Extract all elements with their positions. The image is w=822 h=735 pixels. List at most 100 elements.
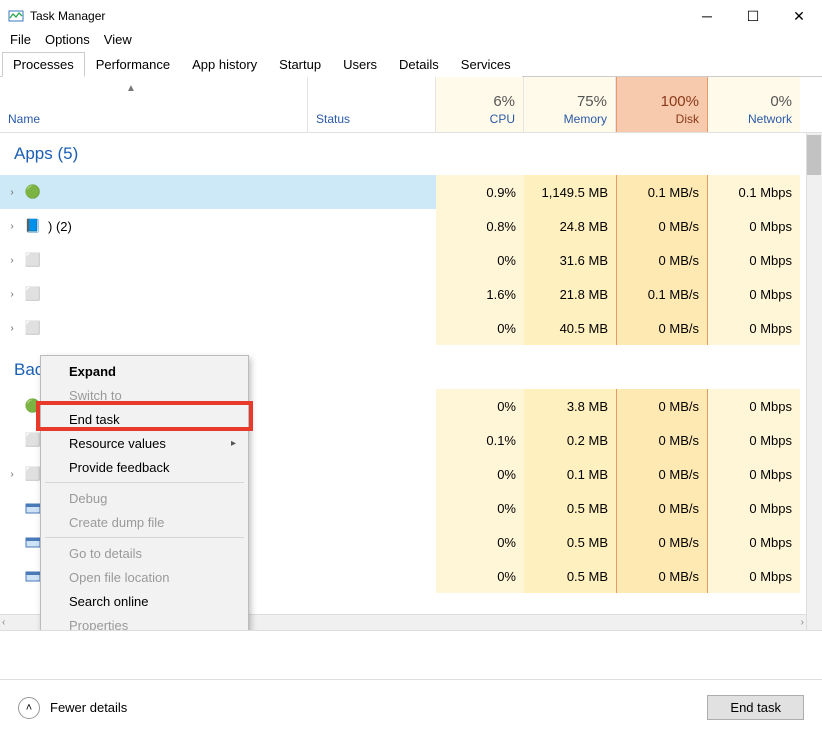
app-icon: ⬜ [24, 252, 42, 268]
ctx-separator [45, 537, 244, 538]
menu-view[interactable]: View [104, 32, 132, 47]
tab-users[interactable]: Users [332, 52, 388, 77]
tab-details[interactable]: Details [388, 52, 450, 77]
expand-icon[interactable]: › [6, 289, 18, 300]
ctx-expand[interactable]: Expand [43, 359, 246, 383]
table-row[interactable]: ›⬜ 1.6% 21.8 MB 0.1 MB/s 0 Mbps [0, 277, 806, 311]
ctx-separator [45, 482, 244, 483]
mem-cell: 40.5 MB [524, 311, 616, 345]
cpu-cell: 0.1% [436, 423, 524, 457]
ctx-provide-feedback[interactable]: Provide feedback [43, 455, 246, 479]
ctx-resource-values[interactable]: Resource values▸ [43, 431, 246, 455]
col-cpu[interactable]: 6% CPU [436, 77, 524, 132]
net-cell: 0 Mbps [708, 277, 800, 311]
col-memory[interactable]: 75% Memory [524, 77, 616, 132]
status-cell [308, 243, 436, 277]
menu-file[interactable]: File [10, 32, 31, 47]
maximize-button[interactable]: ☐ [730, 0, 776, 32]
expand-icon[interactable]: › [6, 323, 18, 334]
ctx-search-online[interactable]: Search online [43, 589, 246, 613]
ctx-create-dump: Create dump file [43, 510, 246, 534]
col-disk[interactable]: 100% Disk [616, 77, 708, 132]
cpu-cell: 0.9% [436, 175, 524, 209]
titlebar: Task Manager ─ ☐ ✕ [0, 0, 822, 32]
mem-cell: 24.8 MB [524, 209, 616, 243]
disk-cell: 0 MB/s [616, 389, 708, 423]
expand-icon[interactable]: › [6, 255, 18, 266]
tab-services[interactable]: Services [450, 52, 522, 77]
expand-icon[interactable]: › [6, 187, 18, 198]
status-cell [308, 491, 436, 525]
ctx-end-task[interactable]: End task [43, 407, 246, 431]
net-cell: 0.1 Mbps [708, 175, 800, 209]
status-cell [308, 175, 436, 209]
ctx-switch-to: Switch to [43, 383, 246, 407]
fewer-details-button[interactable]: ˄ Fewer details [18, 697, 127, 719]
window-controls: ─ ☐ ✕ [684, 0, 822, 32]
ctx-open-file-location: Open file location [43, 565, 246, 589]
expand-icon [6, 537, 18, 548]
close-button[interactable]: ✕ [776, 0, 822, 32]
minimize-button[interactable]: ─ [684, 0, 730, 32]
net-cell: 0 Mbps [708, 389, 800, 423]
tab-startup[interactable]: Startup [268, 52, 332, 77]
disk-cell: 0.1 MB/s [616, 175, 708, 209]
cpu-cell: 0% [436, 457, 524, 491]
mem-cell: 0.2 MB [524, 423, 616, 457]
sort-indicator-icon: ▲ [126, 83, 136, 94]
net-cell: 0 Mbps [708, 491, 800, 525]
status-cell [308, 311, 436, 345]
disk-cell: 0 MB/s [616, 209, 708, 243]
table-row[interactable]: ›📘) (2) 0.8% 24.8 MB 0 MB/s 0 Mbps [0, 209, 806, 243]
expand-icon[interactable]: › [6, 469, 18, 480]
cpu-cell: 0% [436, 311, 524, 345]
menu-options[interactable]: Options [45, 32, 90, 47]
cpu-cell: 1.6% [436, 277, 524, 311]
disk-cell: 0 MB/s [616, 457, 708, 491]
end-task-button[interactable]: End task [707, 695, 804, 720]
status-cell [308, 389, 436, 423]
process-name: ) (2) [48, 219, 72, 234]
mem-cell: 0.5 MB [524, 491, 616, 525]
disk-cell: 0 MB/s [616, 423, 708, 457]
status-cell [308, 457, 436, 491]
scroll-thumb[interactable] [807, 135, 821, 175]
disk-percent: 100% [661, 93, 699, 110]
net-cell: 0 Mbps [708, 559, 800, 593]
disk-cell: 0.1 MB/s [616, 277, 708, 311]
status-cell [308, 525, 436, 559]
mem-cell: 0.1 MB [524, 457, 616, 491]
col-status[interactable]: Status [308, 77, 436, 132]
table-row[interactable]: ›⬜ 0% 31.6 MB 0 MB/s 0 Mbps [0, 243, 806, 277]
table-row[interactable]: ›⬜ 0% 40.5 MB 0 MB/s 0 Mbps [0, 311, 806, 345]
tab-processes[interactable]: Processes [2, 52, 85, 77]
ctx-go-to-details: Go to details [43, 541, 246, 565]
mem-cell: 3.8 MB [524, 389, 616, 423]
tab-strip: Processes Performance App history Startu… [0, 51, 822, 77]
group-apps[interactable]: Apps (5) [0, 133, 806, 175]
table-row[interactable]: ›🟢 0.9% 1,149.5 MB 0.1 MB/s 0.1 Mbps [0, 175, 806, 209]
ctx-debug: Debug [43, 486, 246, 510]
col-network[interactable]: 0% Network [708, 77, 800, 132]
tab-app-history[interactable]: App history [181, 52, 268, 77]
vertical-scrollbar[interactable] [806, 133, 822, 630]
cpu-cell: 0% [436, 525, 524, 559]
expand-icon [6, 401, 18, 412]
cpu-cell: 0.8% [436, 209, 524, 243]
net-cell: 0 Mbps [708, 457, 800, 491]
expand-icon [6, 571, 18, 582]
status-cell [308, 209, 436, 243]
col-name[interactable]: Name [0, 77, 308, 132]
tab-performance[interactable]: Performance [85, 52, 181, 77]
cpu-label: CPU [490, 112, 515, 126]
expand-icon[interactable]: › [6, 221, 18, 232]
net-cell: 0 Mbps [708, 423, 800, 457]
net-cell: 0 Mbps [708, 243, 800, 277]
net-cell: 0 Mbps [708, 209, 800, 243]
status-cell [308, 277, 436, 311]
disk-cell: 0 MB/s [616, 559, 708, 593]
process-list: Apps (5) ›🟢 0.9% 1,149.5 MB 0.1 MB/s 0.1… [0, 133, 822, 631]
network-percent: 0% [770, 93, 792, 110]
memory-percent: 75% [577, 93, 607, 110]
disk-label: Disk [676, 112, 699, 126]
